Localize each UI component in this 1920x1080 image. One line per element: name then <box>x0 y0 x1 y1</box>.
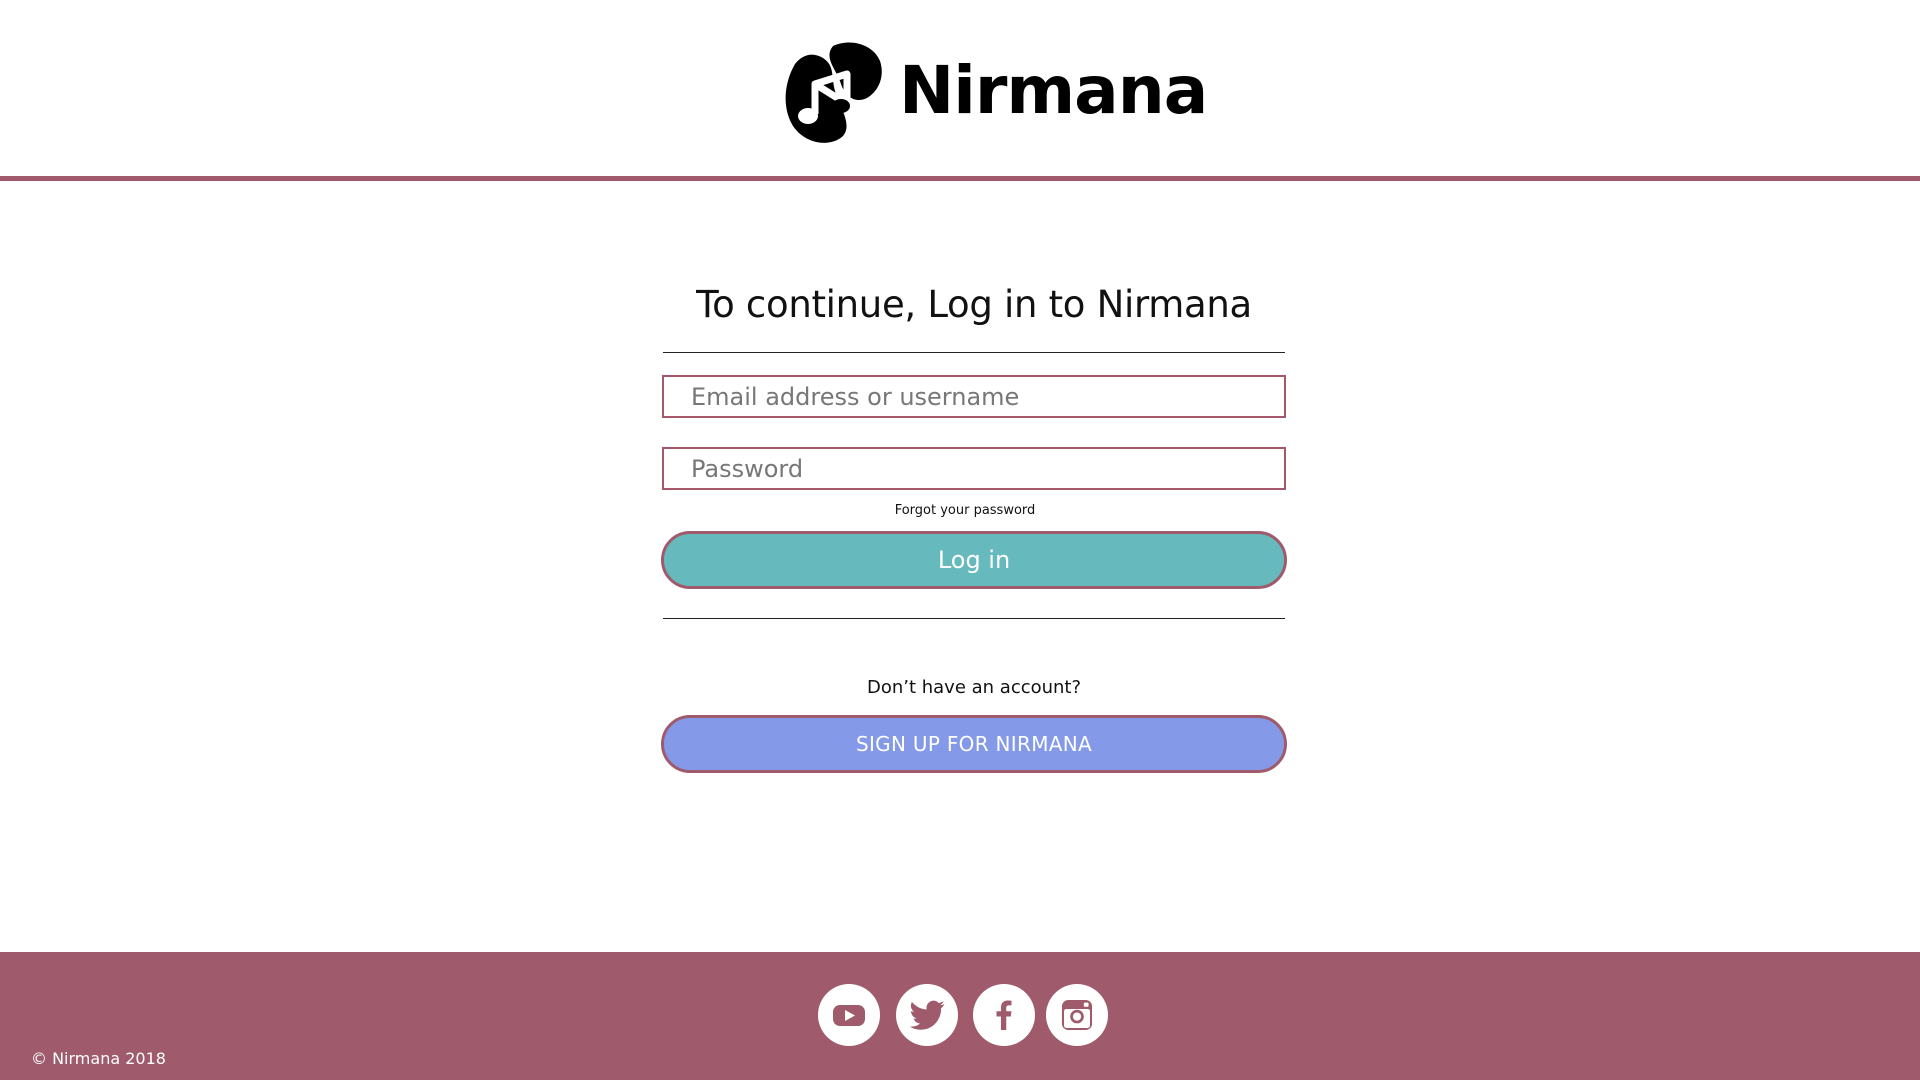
email-input[interactable] <box>691 377 1284 416</box>
twitter-link[interactable] <box>896 984 958 1046</box>
divider <box>663 352 1285 353</box>
forgot-password-link[interactable]: Forgot your password <box>644 503 1286 519</box>
password-input[interactable] <box>691 449 1284 488</box>
facebook-link[interactable] <box>973 984 1035 1046</box>
site-header: Nirmana <box>0 0 1920 176</box>
signup-button[interactable]: SIGN UP FOR NIRMANA <box>661 715 1287 773</box>
youtube-icon <box>833 1005 865 1026</box>
login-title: To continue, Log in to Nirmana <box>696 283 1252 326</box>
no-account-prompt: Don’t have an account? <box>866 677 1082 698</box>
login-form: To continue, Log in to Nirmana Forgot yo… <box>661 270 1287 773</box>
header-divider <box>0 176 1920 181</box>
divider <box>663 618 1285 619</box>
site-footer: © Nirmana 2018 <box>0 952 1920 1080</box>
login-page: Nirmana To continue, Log in to Nirmana F… <box>0 0 1920 1080</box>
twitter-icon <box>909 1000 945 1030</box>
email-field[interactable] <box>662 375 1286 418</box>
instagram-link[interactable] <box>1046 984 1108 1046</box>
music-note-logo-icon <box>785 42 882 143</box>
youtube-link[interactable] <box>818 984 880 1046</box>
login-button[interactable]: Log in <box>661 531 1287 589</box>
brand-name: Nirmana <box>899 52 1208 129</box>
social-links <box>818 984 1108 1046</box>
password-field[interactable] <box>662 447 1286 490</box>
facebook-icon <box>996 1000 1012 1030</box>
instagram-icon <box>1061 999 1093 1031</box>
brand-logo[interactable]: Nirmana <box>775 36 1208 146</box>
copyright-text: © Nirmana 2018 <box>31 1049 166 1068</box>
